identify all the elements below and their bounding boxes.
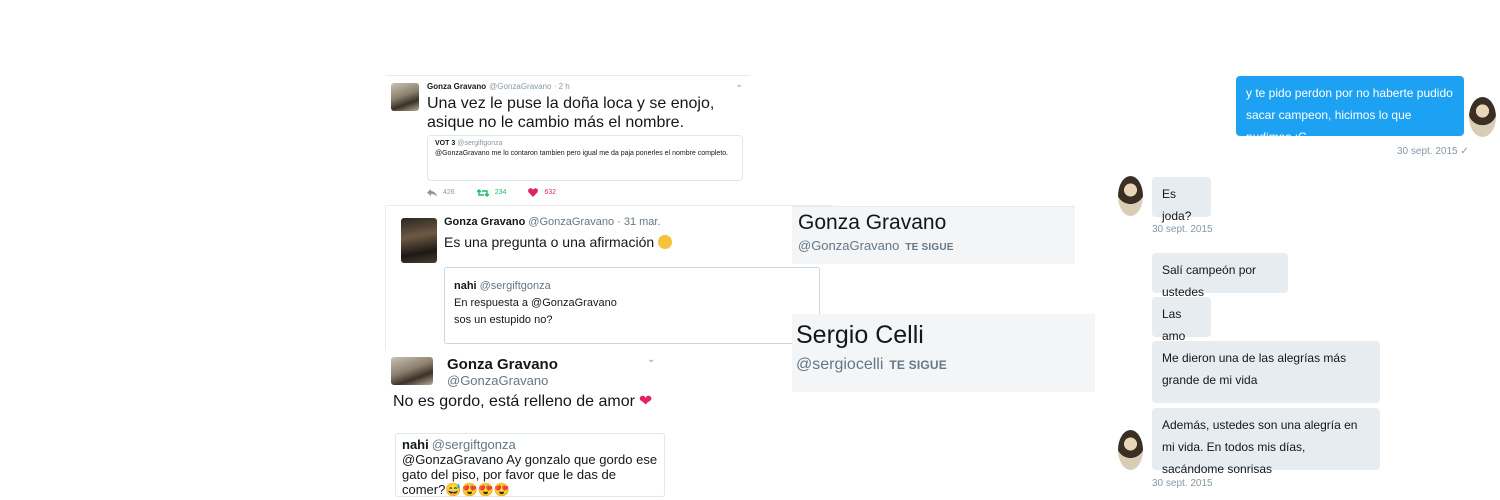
chevron-down-icon[interactable]: ⌄ [735,79,743,90]
reply-count: 426 [443,189,455,196]
profile-name[interactable]: Sergio Celli [796,321,924,350]
profile-card-sergio[interactable]: Sergio Celli @sergiocelli TE SIGUE [792,314,1095,392]
chevron-down-icon[interactable]: ⌄ [647,354,655,365]
dm-received-message[interactable]: Las amo [1152,297,1211,343]
read-check-icon: ✓ [1460,146,1469,157]
profile-name[interactable]: Gonza Gravano [798,211,946,235]
author-name[interactable]: Gonza Gravano @GonzaGravano · 2 h [427,82,570,91]
quoted-author: nahi @sergiftgonza [402,437,658,452]
heart-icon: ❤ [638,393,653,410]
quoted-text: @GonzaGravano me lo contaron tambien per… [435,150,729,157]
quoted-author-handle: @sergiftgonza [431,437,516,452]
retweet-icon [476,188,489,197]
follows-you-badge: TE SIGUE [905,242,954,253]
dm-received-message[interactable]: Me dieron una de las alegrías más grande… [1152,341,1380,403]
tweet-text: Es una pregunta o una afirmación [444,234,673,250]
like-icon [528,188,539,197]
quoted-author-handle: @sergiftgonza [479,280,551,292]
follows-you-badge: TE SIGUE [889,358,948,372]
author-handle: @GonzaGravano [447,373,549,388]
quoted-author-handle: @sergiftgonza [457,140,503,147]
retweet-count: 234 [494,189,507,196]
tweet-card-3[interactable]: Gonza Gravano @GonzaGravano ⌄ No es gord… [385,350,667,500]
author-handle: @GonzaGravano · 2 h [489,82,570,91]
tweet-text: No es gordo, está relleno de amor ❤ [393,393,653,410]
quoted-text: @GonzaGravano Ay gonzalo que gordo ese g… [402,452,658,497]
tweet-card-1[interactable]: Gonza Gravano @GonzaGravano · 2 h ⌄ Una v… [385,75,751,203]
quoted-tweet[interactable]: VOT 3 @sergiftgonza @GonzaGravano me lo c… [427,135,743,181]
dm-sent-message[interactable]: y te pido perdon por no haberte pudido s… [1236,76,1464,144]
reply-icon [427,188,437,197]
author-avatar[interactable] [401,218,437,263]
author-avatar[interactable] [391,357,433,385]
retweet-button[interactable]: 234 [476,188,507,197]
author-avatar[interactable] [391,83,419,111]
reply-context: En respuesta a @GonzaGravano [454,297,617,309]
reply-button[interactable]: 426 [427,188,455,197]
profile-card-gonza[interactable]: Gonza Gravano @GonzaGravano TE SIGUE [792,206,1075,264]
quoted-tweet[interactable]: nahi @sergiftgonza @GonzaGravano Ay gonza… [395,433,665,497]
sender-avatar[interactable] [1469,97,1496,137]
dm-sent-timestamp: 30 sept. 2015 ✓ [1397,146,1469,157]
quoted-author: VOT 3 @sergiftgonza [435,140,735,147]
dm-received-message[interactable]: Es joda? [1152,177,1211,223]
tweet-actions: 426 234 632 [427,188,556,197]
author-name[interactable]: Gonza Gravano @GonzaGravano · 31 mar. [444,216,661,228]
like-count: 632 [544,189,557,196]
dm-received-message[interactable]: Salí campeón por ustedes [1152,253,1288,299]
quoted-tweet[interactable]: nahi @sergiftgonza En respuesta a @GonzaG… [444,267,820,344]
tweet-card-2[interactable]: Gonza Gravano @GonzaGravano · 31 mar. Es … [385,205,833,350]
recipient-avatar[interactable] [1118,176,1143,216]
author-name[interactable]: Gonza Gravano [447,356,558,373]
quoted-author: nahi @sergiftgonza [454,278,810,295]
quoted-author-name: nahi [402,437,429,452]
recipient-avatar[interactable] [1118,430,1143,470]
thinking-face-icon [658,235,673,249]
like-button[interactable]: 632 [528,188,556,197]
dm-received-timestamp: 30 sept. 2015 [1152,224,1213,235]
quoted-author-name: nahi [454,280,477,292]
quoted-author-name: VOT 3 [435,140,456,147]
dm-received-timestamp: 30 sept. 2015 [1152,478,1213,489]
profile-handle: @GonzaGravano TE SIGUE [798,238,954,253]
dm-received-message[interactable]: Además, ustedes son una alegría en mi vi… [1152,408,1380,476]
profile-handle: @sergiocelli TE SIGUE [796,356,948,373]
author-handle: @GonzaGravano · 31 mar. [528,216,661,228]
quoted-text: sos un estupido no? [454,314,553,326]
tweet-text: Una vez le puse la doña loca y se enojo,… [427,95,715,131]
